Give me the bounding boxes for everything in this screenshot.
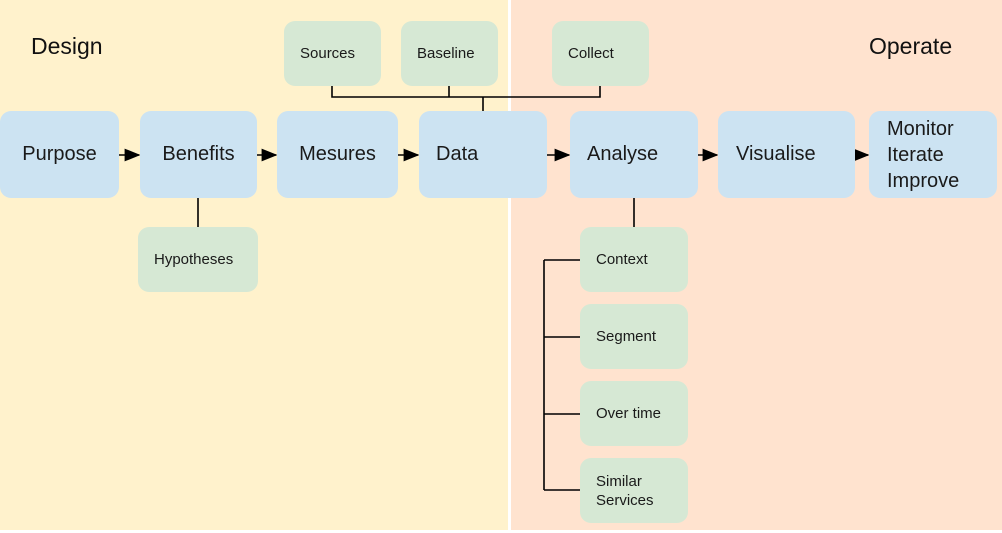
analyse-sub-label: Similar Services [596, 472, 654, 509]
analyse-sub-label: Over time [596, 405, 662, 422]
step-analyse: Analyse [570, 111, 698, 198]
step-mesures: Mesures [277, 111, 398, 198]
step-label: Purpose [22, 143, 97, 165]
step-label: Data [436, 143, 479, 165]
step-label: Mesures [299, 143, 376, 165]
analyse-sub-label: Segment [596, 328, 657, 345]
input-label: Baseline [417, 45, 475, 62]
hypotheses-box: Hypotheses [138, 227, 258, 292]
step-purpose: Purpose [0, 111, 119, 198]
analyse-segment: Segment [580, 304, 688, 369]
step-label: Monitor Iterate Improve [887, 117, 960, 192]
step-label: Visualise [736, 143, 816, 165]
step-label: Analyse [587, 143, 659, 165]
input-label: Collect [568, 45, 614, 62]
step-label: Benefits [162, 143, 235, 165]
step-visualise: Visualise [718, 111, 855, 198]
analyse-sub-label: Context [596, 251, 648, 268]
analyse-context: Context [580, 227, 688, 292]
input-collect: Collect [552, 21, 649, 86]
step-benefits: Benefits [140, 111, 257, 198]
step-monitor: Monitor Iterate Improve [869, 111, 997, 198]
analyse-similar-services: Similar Services [580, 458, 688, 523]
analyse-over-time: Over time [580, 381, 688, 446]
input-sources: Sources [284, 21, 381, 86]
input-label: Sources [300, 45, 356, 62]
hypotheses-label: Hypotheses [154, 251, 234, 268]
input-baseline: Baseline [401, 21, 498, 86]
step-data: Data [419, 111, 547, 198]
